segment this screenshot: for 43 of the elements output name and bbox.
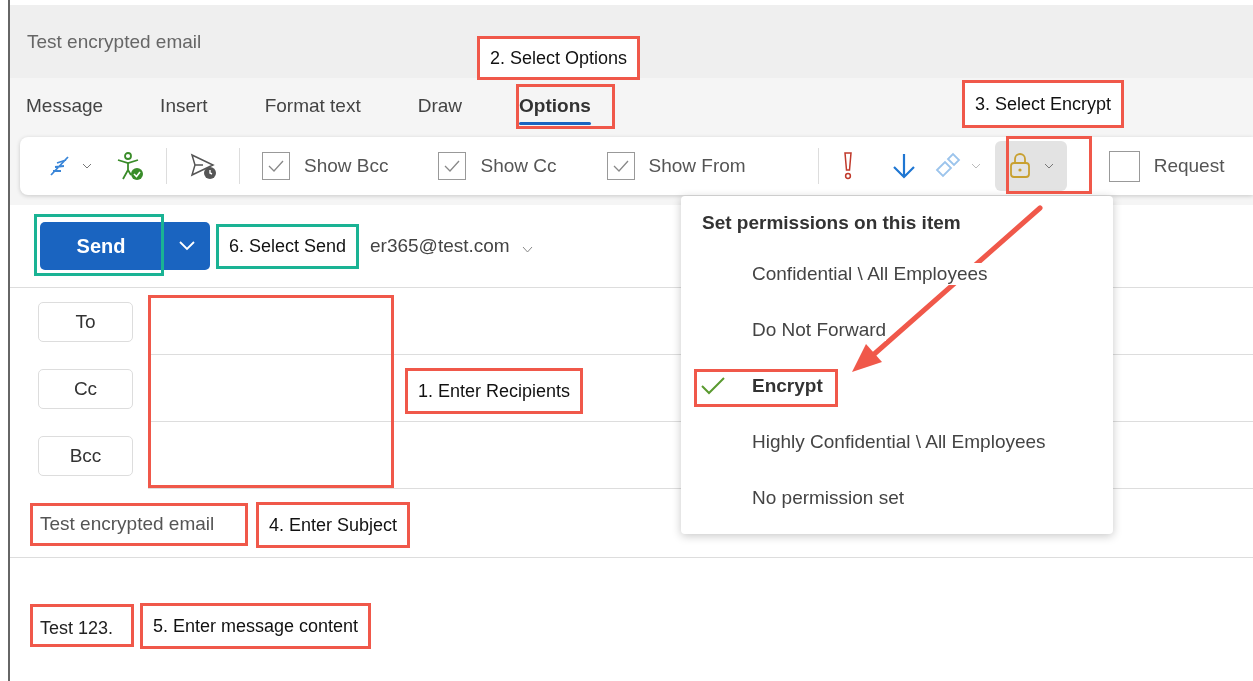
checkbox-label: Request [1153,155,1225,177]
send-later-icon[interactable] [189,152,217,180]
callout-label: 1. Enter Recipients [405,368,584,414]
window-title: Test encrypted email [27,30,202,53]
send-options-button[interactable] [162,222,210,270]
checkmark-icon [611,159,630,173]
callout-label: 2. Select Options [477,36,641,80]
checkbox[interactable] [606,152,635,180]
encrypt-button[interactable] [994,141,1067,191]
recipient-button[interactable]: Bcc [38,435,133,476]
checkbox-label: Show From [648,155,746,177]
ribbon-tab[interactable]: Insert [160,86,208,125]
menu-heading: Set permissions on this item [701,211,962,235]
checkmark-icon [267,159,285,173]
ribbon-tab[interactable]: Message [26,86,104,125]
message-body-text[interactable]: Test 123. [40,618,114,638]
callout-label: 3. Select Encrypt [962,80,1125,128]
checkmark-icon [443,159,462,173]
checkbox[interactable] [262,152,290,180]
ribbon-tab[interactable]: Draw [417,86,463,125]
recipient-button[interactable]: To [38,301,133,342]
chevron-icon[interactable] [521,245,533,253]
arrow-down-icon[interactable] [890,152,917,180]
callout-label: 5. Enter message content [140,603,372,649]
ribbon-tab[interactable]: Format text [264,86,361,125]
menu-item[interactable]: Confidential \ All Employees [752,263,988,285]
chevron-icon[interactable] [82,163,92,169]
checkbox[interactable] [1108,150,1140,182]
lock-icon [1007,152,1032,180]
callout-label: 6. Select Send [216,224,360,269]
recipient-button[interactable]: Cc [38,368,133,409]
chevron-icon [1043,163,1054,169]
send-button[interactable]: Send [40,222,162,270]
from-address[interactable]: er365@test.com [370,235,510,257]
accessibility-icon[interactable] [116,151,144,181]
chevron-icon[interactable] [970,163,981,169]
checkbox-label: Show Cc [480,155,557,177]
checkbox-label: Show Bcc [304,155,389,177]
subject-field[interactable]: Test encrypted email [40,513,215,535]
chevron-icon [178,241,196,251]
callout-label: 4. Enter Subject [256,502,411,548]
ribbon-tab[interactable]: Options [519,86,591,125]
checkbox[interactable] [438,152,467,180]
